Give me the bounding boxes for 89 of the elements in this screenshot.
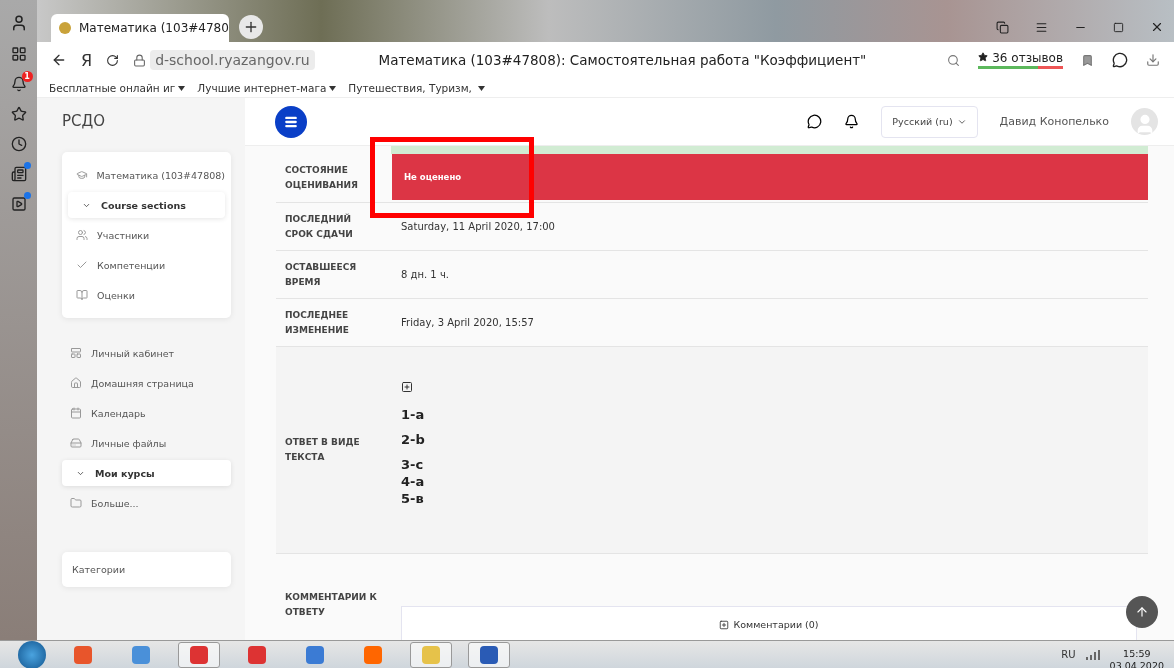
keyboard-language[interactable]: RU [1061,649,1076,660]
caret-icon [178,86,186,91]
notification-badge: 1 [21,71,33,82]
bookmark-folder[interactable]: Лучшие интернет-мага [197,81,337,94]
folder-icon [70,497,82,509]
new-tab-button[interactable] [239,15,263,39]
categories-link[interactable]: Категории [72,564,221,575]
browser-tab[interactable]: Математика (103#4780 [51,14,229,42]
section-toggle[interactable]: Мои курсы [62,460,231,486]
clock-icon[interactable] [10,136,27,152]
people-icon [76,229,88,241]
browser-logo[interactable]: Я [81,50,93,70]
field-label: ОТВЕТ В ВИДЕ ТЕКСТА [284,436,361,464]
nav-item[interactable]: Компетенции [68,250,225,280]
restore-icon[interactable] [1113,21,1124,33]
expand-icon[interactable] [401,381,413,393]
site-brand[interactable]: РСДО [62,112,231,140]
book-icon [76,289,88,301]
messages-icon[interactable] [807,114,823,129]
grid-icon[interactable] [10,46,27,62]
user-name[interactable]: Давид Конопелько [999,115,1109,128]
section-toggle[interactable]: Course sections [68,192,225,218]
check-icon [76,259,88,271]
field-label: ПОСЛЕДНЕЕ ИЗМЕНЕНИЕ [284,308,350,337]
back-icon[interactable] [51,52,67,68]
nav-item[interactable]: Календарь [62,398,231,428]
answer-line: 5-в [401,491,425,506]
field-value: Saturday, 11 April 2020, 17:00 [401,221,556,232]
menu-icon [284,114,298,129]
nav-item[interactable]: Домашняя страница [62,368,231,398]
chat-icon[interactable] [1112,52,1128,68]
status-dot [23,192,31,199]
reviews-link[interactable]: 36 отзывов [978,51,1063,69]
house-icon [70,377,82,389]
answer-line: 1-a [401,407,426,422]
calendar-icon [70,407,82,419]
nav-item[interactable]: Больше... [62,488,231,518]
address-field[interactable]: d-school.ryazangov.ru [150,50,315,70]
status-dot [23,162,31,169]
download-icon[interactable] [1146,53,1160,67]
star-icon[interactable] [10,106,27,122]
bell-icon[interactable] [844,114,860,129]
nav-item[interactable]: Оценки [68,280,225,310]
tabs-icon[interactable] [996,20,1009,34]
news-icon[interactable] [10,166,27,182]
language-menu[interactable]: Русский (ru) [881,105,978,138]
taskbar-clock[interactable]: 15:59 03.04.2020 [1109,647,1164,668]
lock-icon [133,53,147,67]
star-icon [978,52,989,62]
nav-item[interactable]: Личный кабинет [62,338,231,368]
taskbar-app-icon[interactable] [468,641,510,668]
expand-icon [719,619,730,630]
field-label: СОСТОЯНИЕ ОЦЕНИВАНИЯ [284,164,360,192]
bookmark-folder[interactable]: Путешествия, Туризм, [348,81,486,94]
answer-line: 4-a [401,474,426,489]
close-icon[interactable] [1150,20,1164,34]
field-value: Friday, 3 April 2020, 15:57 [401,317,535,328]
nav-item[interactable]: Участники [68,220,225,250]
page-title: Математика (103#47808): Самостоятельная работа "Коэффициент" [378,52,867,68]
bookmark-icon[interactable] [1081,53,1094,67]
comments-link[interactable]: Комментарии (0) [719,619,819,630]
search-icon[interactable] [947,53,961,67]
plus-icon [243,19,259,35]
answer-line: 3-c [401,457,425,472]
arrow-up-icon [1135,605,1149,619]
field-label: ОСТАВШЕЕСЯ ВРЕМЯ [284,260,358,289]
bell-icon[interactable] [10,76,27,92]
bookmark-folder[interactable]: Бесплатные онлайн иг [49,81,186,94]
panel-icon [70,347,82,359]
field-label: КОММЕНТАРИИ К ОТВЕТУ [284,591,378,619]
play-icon[interactable] [10,196,27,212]
reload-icon[interactable] [106,53,120,67]
field-value: 8 дн. 1 ч. [401,269,450,280]
taskbar-app-icon[interactable] [410,641,452,668]
start-button[interactable] [18,640,46,668]
menu-icon[interactable] [1035,20,1048,34]
taskbar-app-icon[interactable] [178,641,220,668]
caret-icon [478,86,486,91]
signal-icon[interactable] [1085,649,1100,660]
caret-icon [329,86,337,91]
menu-button[interactable] [275,105,307,138]
status-banner: Не оценено [392,154,1148,200]
site-favicon-icon [59,22,71,34]
nav-item[interactable]: Личные файлы [62,428,231,458]
drive-icon [70,437,82,449]
answer-line: 2-b [401,432,426,447]
graduation-cap-icon [76,169,88,181]
field-label: ПОСЛЕДНИЙ СРОК СДАЧИ [284,212,354,241]
nav-item[interactable]: Математика (103#47808) [68,160,225,190]
